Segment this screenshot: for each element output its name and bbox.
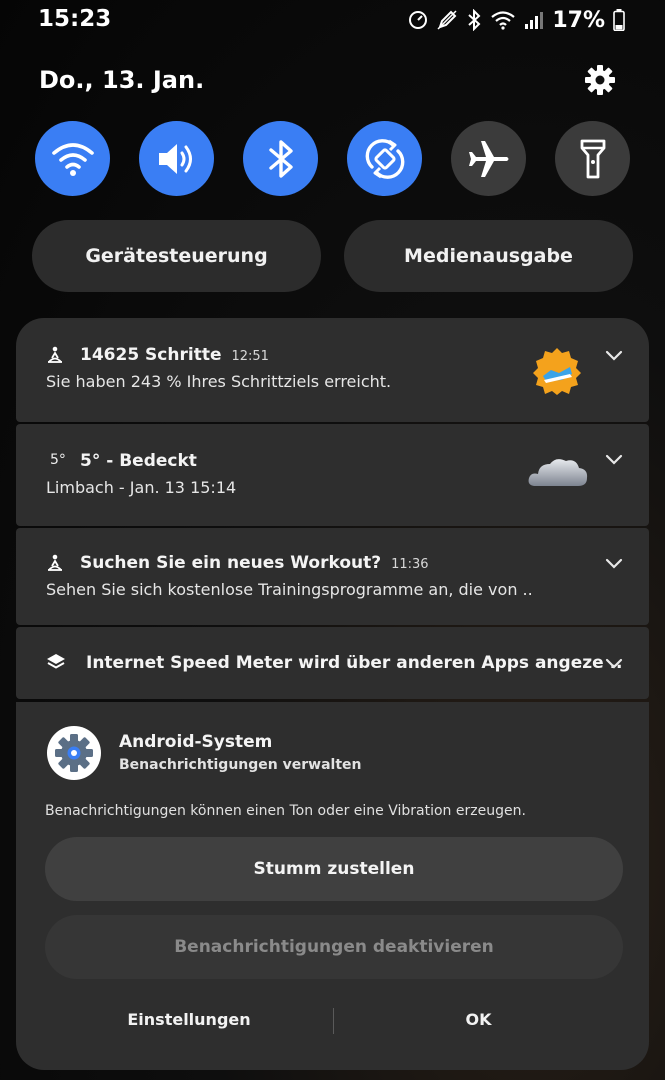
speaker-icon: [158, 143, 192, 174]
shoe-badge-icon: [533, 348, 581, 395]
status-icons: 17%: [408, 6, 625, 34]
edit-icon: [437, 10, 457, 30]
notification-title: Internet Speed Meter wird über anderen A…: [86, 653, 623, 673]
notification-time: 12:51: [231, 349, 269, 364]
cloud-icon: [528, 459, 588, 486]
notification-title: 14625 Schritte 12:51: [80, 345, 269, 365]
signal-icon: [525, 12, 544, 29]
chevron-down-icon[interactable]: [605, 558, 623, 570]
notification-settings-panel: Android-System Benachrichtigungen verwal…: [16, 702, 649, 1070]
fitness-icon: [48, 554, 62, 571]
fitness-icon: [48, 346, 62, 363]
android-system-app-icon: [47, 726, 101, 780]
auto-rotate-toggle[interactable]: [347, 121, 422, 196]
bluetooth-icon: [268, 139, 293, 178]
notification-body: Limbach - Jan. 13 15:14: [46, 478, 237, 497]
gear-icon[interactable]: [583, 63, 617, 97]
notification-steps[interactable]: 14625 Schritte 12:51 Sie haben 243 % Ihre…: [16, 318, 649, 422]
chevron-down-icon[interactable]: [605, 350, 623, 362]
notification-title: Suchen Sie ein neues Workout? 11:36: [80, 553, 429, 573]
notification-workout[interactable]: Suchen Sie ein neues Workout? 11:36 Sehen…: [16, 528, 649, 625]
weather-small-temp: 5°: [50, 452, 66, 468]
flashlight-icon: [580, 139, 605, 178]
ok-button[interactable]: OK: [336, 1010, 621, 1029]
panel-description: Benachrichtigungen können einen Ton oder…: [45, 803, 526, 819]
settings-link[interactable]: Einstellungen: [48, 1010, 330, 1029]
disable-notifications-button[interactable]: Benachrichtigungen deaktivieren: [45, 915, 623, 979]
airplane-toggle[interactable]: [451, 121, 526, 196]
notification-title: 5° - Bedeckt: [80, 451, 197, 471]
date-label: Do., 13. Jan.: [39, 66, 205, 94]
rotate-icon: [365, 138, 404, 179]
notification-body: Sehen Sie sich kostenlose Trainingsprogr…: [46, 580, 533, 599]
device-control-button[interactable]: Gerätesteuerung: [32, 220, 321, 292]
wifi-icon: [491, 11, 516, 30]
airplane-icon: [468, 140, 508, 177]
notification-speed-meter[interactable]: Internet Speed Meter wird über anderen A…: [16, 627, 649, 699]
status-time: 15:23: [38, 6, 112, 32]
notification-body: Sie haben 243 % Ihres Schrittziels errei…: [46, 372, 392, 391]
gear-icon: [55, 734, 93, 772]
wifi-icon: [51, 142, 94, 176]
app-name: Android-System: [119, 732, 273, 752]
sound-toggle[interactable]: [139, 121, 214, 196]
notification-time: 11:36: [391, 557, 429, 572]
bluetooth-icon: [468, 9, 481, 31]
chevron-down-icon[interactable]: [605, 658, 623, 670]
flashlight-toggle[interactable]: [555, 121, 630, 196]
notification-weather[interactable]: 5° 5° - Bedeckt Limbach - Jan. 13 15:14: [16, 424, 649, 526]
layers-icon: [47, 654, 65, 669]
panel-subtitle: Benachrichtigungen verwalten: [119, 757, 362, 773]
battery-percent: 17%: [552, 7, 605, 33]
button-divider: [333, 1008, 334, 1034]
chevron-down-icon[interactable]: [605, 454, 623, 466]
media-output-button[interactable]: Medienausgabe: [344, 220, 633, 292]
wifi-toggle[interactable]: [35, 121, 110, 196]
mute-delivery-button[interactable]: Stumm zustellen: [45, 837, 623, 901]
bluetooth-toggle[interactable]: [243, 121, 318, 196]
battery-icon: [613, 9, 625, 31]
speed-meter-icon: [409, 11, 428, 29]
